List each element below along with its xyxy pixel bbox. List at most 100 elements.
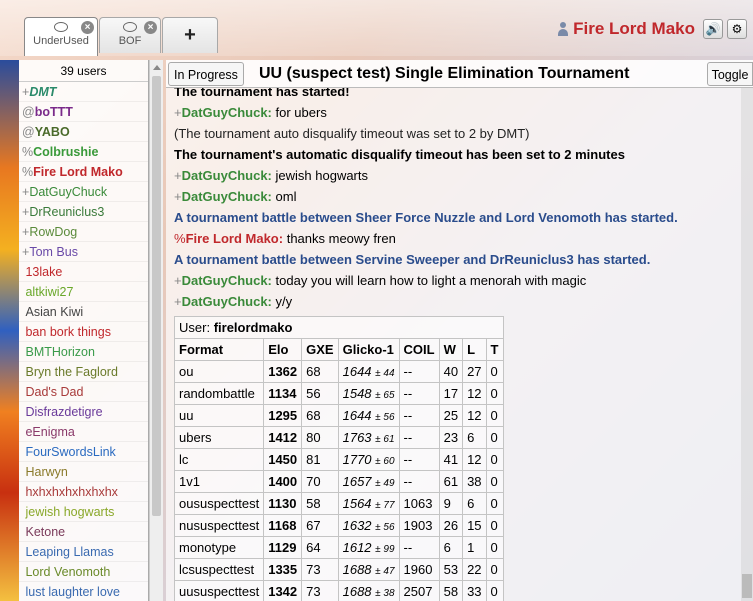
chat-message: The tournament's automatic disqualify ti…: [174, 147, 625, 162]
userlist-item[interactable]: +Tom Bus: [19, 242, 148, 262]
chat-message: +DatGuyChuck: today you will learn how t…: [174, 273, 586, 288]
userlist-item[interactable]: Lord Venomoth: [19, 562, 148, 582]
table-row: monotype 1129 64 1612 ± 99 -- 6 1 0: [173, 536, 504, 559]
userlist-item[interactable]: jewish hogwarts: [19, 502, 148, 522]
message-user[interactable]: DatGuyChuck:: [182, 273, 272, 288]
userlist-item[interactable]: BMTHorizon: [19, 342, 148, 362]
format-cell: uu: [173, 404, 265, 427]
glicko-cell: 1688 ± 38: [337, 580, 400, 601]
userlist-item[interactable]: FourSwordsLink: [19, 442, 148, 462]
tournament-status-button[interactable]: In Progress: [168, 62, 244, 86]
close-icon[interactable]: ×: [81, 21, 94, 34]
coil-cell: 1903: [398, 514, 440, 537]
userlist-item[interactable]: lust laughter love: [19, 582, 148, 601]
userlist-scrollbar[interactable]: [149, 60, 163, 601]
gear-icon[interactable]: ⚙: [727, 19, 747, 39]
userlist-item[interactable]: %Colbrushie: [19, 142, 148, 162]
userlist-item[interactable]: Bryn the Faglord: [19, 362, 148, 382]
message-user[interactable]: DatGuyChuck:: [182, 168, 272, 183]
message-text: A tournament battle between Servine Swee…: [174, 252, 651, 267]
table-row: uu 1295 68 1644 ± 56 -- 25 12 0: [173, 404, 504, 427]
ranking-user-row: User: firelordmako: [174, 316, 504, 339]
message-text: y/y: [275, 294, 293, 309]
ties-cell: 0: [485, 404, 504, 427]
scrollbar-thumb[interactable]: [152, 76, 161, 516]
table-body: ou 1362 68 1644 ± 44 -- 40 27 0 randombattle 1134…: [173, 360, 504, 601]
userlist-item[interactable]: eEnigma: [19, 422, 148, 442]
table-row: 1v1 1400 70 1657 ± 49 -- 61 38 0: [173, 470, 504, 493]
ties-cell: 0: [485, 580, 504, 601]
userlist-item[interactable]: Harwyn: [19, 462, 148, 482]
tab-bof[interactable]: BOF ×: [99, 17, 161, 53]
coil-cell: 2507: [398, 580, 440, 601]
gxe-cell: 80: [301, 426, 339, 449]
ties-cell: 0: [485, 514, 504, 537]
message-rank: +: [174, 105, 182, 120]
userlist-item[interactable]: +DMT: [19, 82, 148, 102]
userlist-item[interactable]: 13lake: [19, 262, 148, 282]
ties-cell: 0: [485, 426, 504, 449]
chat-message: +DatGuyChuck: oml: [174, 189, 296, 204]
column-header: Elo: [263, 338, 303, 361]
userlist-item[interactable]: +DrReuniclus3: [19, 202, 148, 222]
userlist-item[interactable]: ban bork things: [19, 322, 148, 342]
userlist-item[interactable]: Disfrazdetigre: [19, 402, 148, 422]
gxe-cell: 70: [301, 470, 339, 493]
userlist-item[interactable]: Asian Kiwi: [19, 302, 148, 322]
userlist-item[interactable]: Leaping Llamas: [19, 542, 148, 562]
user-name: Disfrazdetigre: [25, 405, 103, 419]
userlist-item[interactable]: +RowDog: [19, 222, 148, 242]
wins-cell: 58: [438, 580, 464, 601]
table-row: ou 1362 68 1644 ± 44 -- 40 27 0: [173, 360, 504, 383]
userlist-item[interactable]: Dad's Dad: [19, 382, 148, 402]
message-user[interactable]: DatGuyChuck:: [182, 105, 272, 120]
scrollbar-thumb[interactable]: [742, 574, 752, 598]
glicko-cell: 1688 ± 47: [337, 558, 400, 581]
userlist-items: +DMT @boTTT @YABO %Colbrushie %Fire Lord Mak…: [19, 82, 148, 601]
new-tab-button[interactable]: +: [162, 17, 218, 53]
message-rank: +: [174, 168, 182, 183]
user-name: RowDog: [29, 225, 78, 239]
chat-scrollbar[interactable]: [741, 88, 753, 601]
column-header: W: [438, 338, 464, 361]
glicko-cell: 1564 ± 77: [337, 492, 400, 515]
coil-cell: --: [398, 382, 440, 405]
wins-cell: 9: [438, 492, 464, 515]
close-icon[interactable]: ×: [144, 21, 157, 34]
coil-cell: --: [398, 360, 440, 383]
user-name: Harwyn: [25, 465, 68, 479]
message-text: A tournament battle between Sheer Force …: [174, 210, 678, 225]
userlist-item[interactable]: @boTTT: [19, 102, 148, 122]
userlist-item[interactable]: hxhxhxhxhxhxhx: [19, 482, 148, 502]
coil-cell: --: [398, 404, 440, 427]
wins-cell: 23: [438, 426, 464, 449]
wins-cell: 17: [438, 382, 464, 405]
volume-icon[interactable]: 🔊: [703, 19, 723, 39]
wins-cell: 6: [438, 536, 464, 559]
ranking-user-name: firelordmako: [213, 320, 293, 335]
glicko-cell: 1632 ± 56: [337, 514, 400, 537]
user-area: Fire Lord Mako 🔊 ⚙: [557, 18, 747, 40]
scroll-up-icon[interactable]: [153, 65, 161, 70]
losses-cell: 1: [462, 536, 487, 559]
userlist-item[interactable]: @YABO: [19, 122, 148, 142]
username-button[interactable]: Fire Lord Mako: [573, 19, 695, 39]
glicko-cell: 1657 ± 49: [337, 470, 400, 493]
userlist-item[interactable]: Ketone: [19, 522, 148, 542]
message-user[interactable]: Fire Lord Mako:: [186, 231, 284, 246]
tab-underused[interactable]: UnderUsed ×: [24, 17, 98, 56]
gxe-cell: 73: [301, 558, 339, 581]
coil-cell: --: [398, 470, 440, 493]
message-user[interactable]: DatGuyChuck:: [182, 189, 272, 204]
user-name: 13lake: [25, 265, 63, 279]
userlist-item[interactable]: %Fire Lord Mako: [19, 162, 148, 182]
column-header: L: [462, 338, 487, 361]
userlist-item[interactable]: +DatGuyChuck: [19, 182, 148, 202]
glicko-value: 1770: [342, 452, 372, 467]
userlist-item[interactable]: altkiwi27: [19, 282, 148, 302]
ties-cell: 0: [485, 360, 504, 383]
message-user[interactable]: DatGuyChuck:: [182, 294, 272, 309]
toggle-button[interactable]: Toggle: [707, 62, 753, 86]
user-name: eEnigma: [25, 425, 75, 439]
user-count: 39 users: [19, 60, 148, 82]
